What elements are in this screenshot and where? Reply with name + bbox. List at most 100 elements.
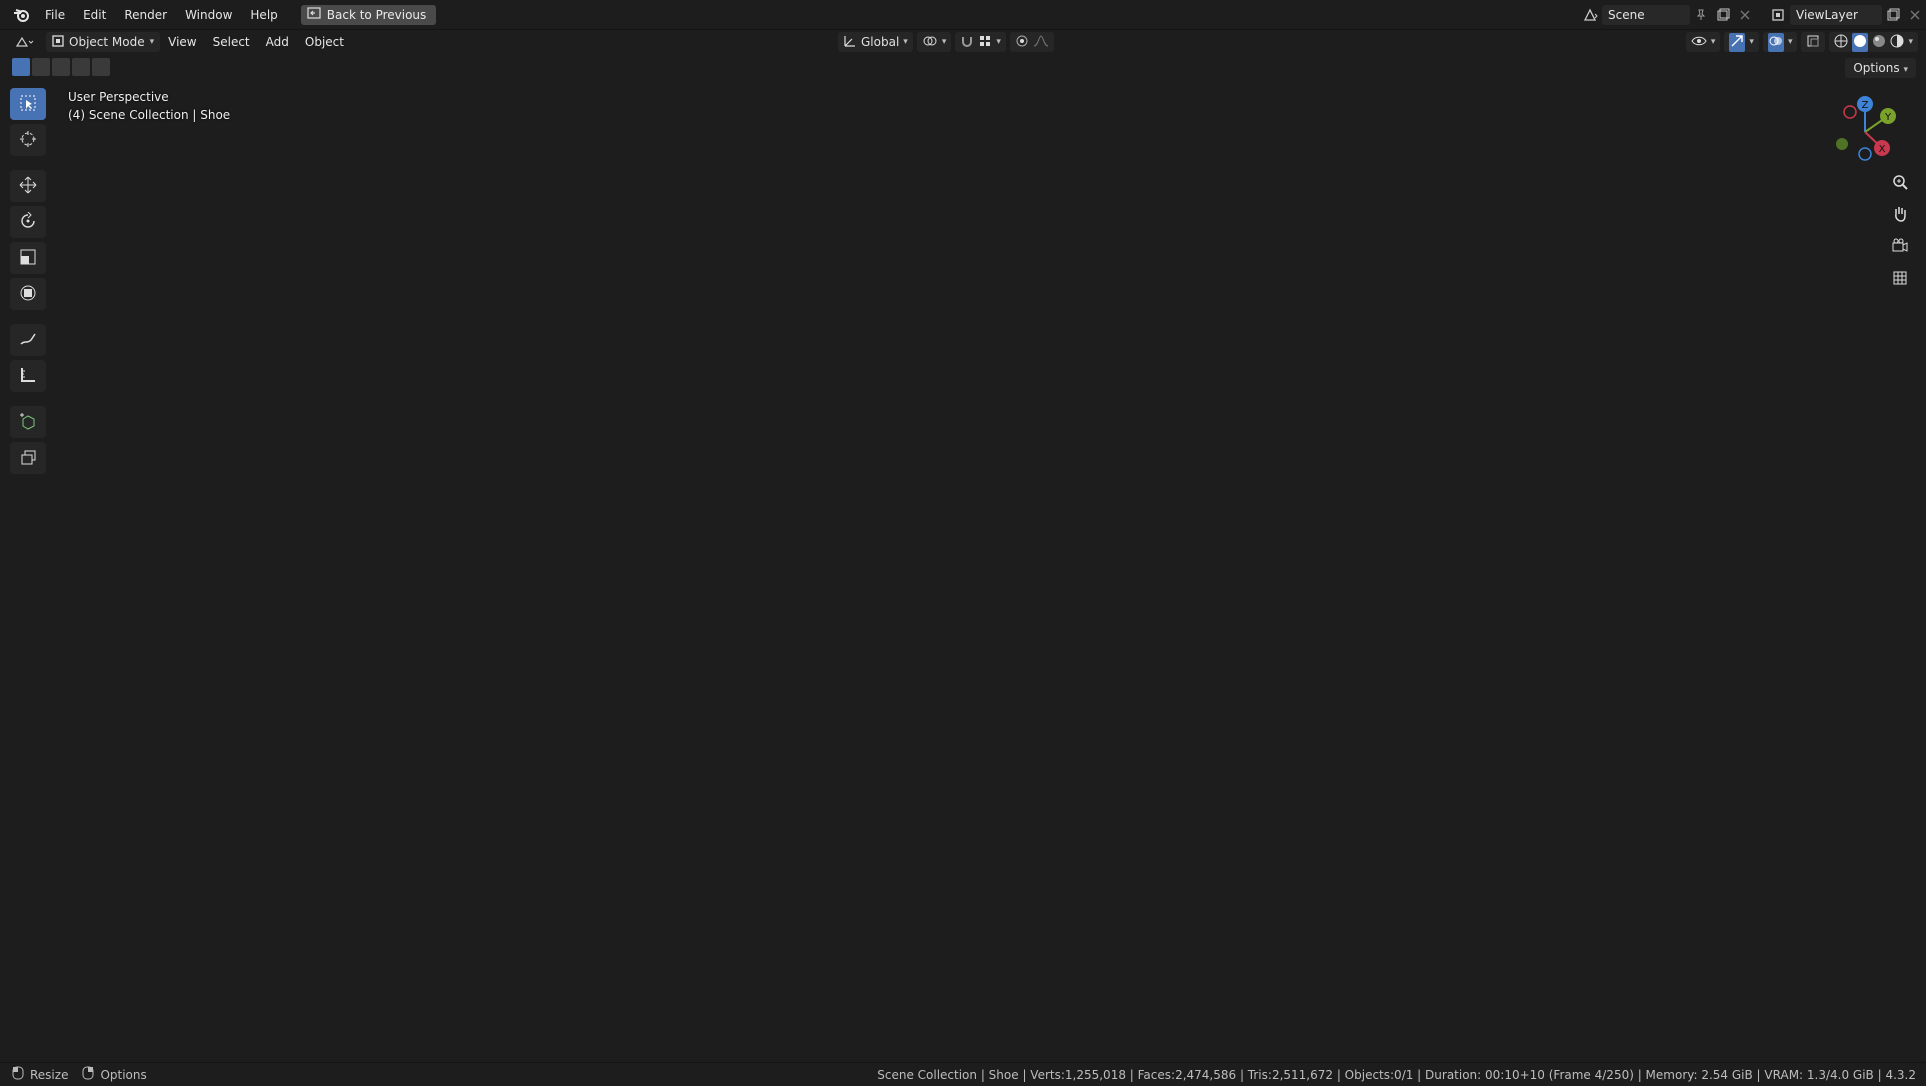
mode-dropdown[interactable]: Object Mode ▾ bbox=[46, 32, 161, 52]
chevron-down-icon: ▾ bbox=[996, 37, 1001, 47]
chevron-down-icon: ▾ bbox=[1787, 37, 1793, 47]
resize-hint: Resize bbox=[30, 1067, 69, 1082]
scene-field[interactable]: Scene bbox=[1602, 5, 1690, 25]
status-bar: Resize Options Scene Collection | Shoe |… bbox=[0, 1062, 1926, 1086]
new-scene-icon[interactable] bbox=[1712, 5, 1734, 25]
magnet-icon bbox=[960, 34, 974, 51]
scene-selector-icon[interactable] bbox=[1580, 5, 1602, 25]
x-axis-line bbox=[1329, 777, 1651, 1062]
transform-tools: Global ▾ ▾ ▾ bbox=[838, 32, 1054, 52]
wireframe-shading-icon[interactable] bbox=[1834, 34, 1848, 51]
select-extend-icon[interactable] bbox=[32, 58, 50, 76]
menu-file[interactable]: File bbox=[36, 4, 74, 26]
delete-scene-icon[interactable] bbox=[1734, 5, 1756, 25]
xray-toggle[interactable] bbox=[1801, 32, 1826, 52]
menu-select[interactable]: Select bbox=[205, 32, 258, 52]
gizmo-toggle[interactable]: ▾ bbox=[1724, 32, 1759, 52]
rotate-tool[interactable] bbox=[10, 206, 46, 238]
menu-window[interactable]: Window bbox=[176, 4, 241, 26]
select-box-tool[interactable] bbox=[10, 88, 46, 120]
move-tool[interactable] bbox=[10, 170, 46, 202]
menu-help[interactable]: Help bbox=[241, 4, 286, 26]
menu-add[interactable]: Add bbox=[258, 32, 297, 52]
material-shading-icon[interactable] bbox=[1872, 34, 1886, 51]
menu-view[interactable]: View bbox=[160, 32, 204, 52]
cursor-tool[interactable] bbox=[10, 124, 46, 156]
chevron-down-icon: ▾ bbox=[1908, 37, 1913, 47]
chevron-down-icon: ▾ bbox=[903, 37, 908, 47]
object-origin bbox=[1018, 410, 1022, 414]
camera-view-button[interactable] bbox=[1886, 234, 1914, 260]
proportional-edit-toggle[interactable] bbox=[1009, 32, 1054, 52]
collection-label: (4) Scene Collection | Shoe bbox=[68, 108, 231, 122]
eye-visibility-icon bbox=[1691, 34, 1707, 51]
perspective-label: User Perspective bbox=[68, 90, 169, 104]
select-intersect-icon[interactable] bbox=[92, 58, 110, 76]
gizmo-neg-x bbox=[1843, 105, 1857, 119]
pivot-icon bbox=[922, 34, 938, 51]
viewlayer-field[interactable]: ViewLayer bbox=[1790, 5, 1882, 25]
back-icon bbox=[307, 7, 321, 22]
measure-tool[interactable] bbox=[10, 360, 46, 392]
cursor-arrow-icon bbox=[19, 94, 37, 115]
zoom-button[interactable] bbox=[1886, 170, 1914, 196]
new-viewlayer-icon[interactable] bbox=[1882, 5, 1904, 25]
rendered-shading-icon[interactable] bbox=[1890, 34, 1904, 51]
overlays-toggle[interactable]: ▾ bbox=[1762, 32, 1798, 52]
transform-orientation-label: Global bbox=[861, 35, 900, 49]
back-to-previous-button[interactable]: Back to Previous bbox=[300, 4, 437, 25]
options-dropdown[interactable]: Options ▾ bbox=[1845, 58, 1916, 78]
ortho-toggle-button[interactable] bbox=[1886, 266, 1914, 292]
menu-object[interactable]: Object bbox=[297, 32, 352, 52]
scene-statistics: Scene Collection | Shoe | Verts:1,255,01… bbox=[877, 1068, 1916, 1082]
back-to-previous-label: Back to Previous bbox=[326, 7, 427, 22]
shoe-heel-upper bbox=[1160, 60, 1800, 510]
solid-shading-icon[interactable] bbox=[1852, 32, 1869, 52]
blender-logo-icon[interactable] bbox=[8, 0, 36, 30]
annotate-tool[interactable] bbox=[10, 324, 46, 356]
chevron-down-icon: ▾ bbox=[941, 37, 947, 47]
snap-grid-icon bbox=[978, 34, 992, 51]
snap-dropdown[interactable]: ▾ bbox=[955, 32, 1006, 52]
select-subtract-icon[interactable] bbox=[52, 58, 70, 76]
main-strap bbox=[350, 240, 1340, 590]
extrude-tool[interactable] bbox=[10, 442, 46, 474]
gizmo-neg-y bbox=[1836, 138, 1848, 150]
3d-viewport[interactable] bbox=[0, 30, 1926, 1062]
strap-buckle bbox=[558, 328, 752, 571]
visibility-dropdown[interactable]: ▾ bbox=[1685, 32, 1721, 52]
viewlayer-selector-icon[interactable] bbox=[1768, 5, 1790, 25]
menu-edit[interactable]: Edit bbox=[74, 4, 115, 26]
grid-icon bbox=[1891, 269, 1909, 290]
add-cube-icon bbox=[19, 412, 37, 433]
extrude-icon bbox=[19, 448, 37, 469]
ruler-icon bbox=[19, 366, 37, 387]
add-cube-tool[interactable] bbox=[10, 406, 46, 438]
gizmo-icon bbox=[1729, 32, 1746, 52]
navigation-buttons bbox=[1886, 170, 1914, 292]
select-new-icon[interactable] bbox=[12, 58, 30, 76]
pan-button[interactable] bbox=[1886, 202, 1914, 228]
select-invert-icon[interactable] bbox=[72, 58, 90, 76]
xray-icon bbox=[1806, 34, 1820, 51]
transform-orientation-dropdown[interactable]: Global ▾ bbox=[838, 32, 913, 52]
scale-tool[interactable] bbox=[10, 242, 46, 274]
navigation-gizmo[interactable]: Z Y X bbox=[1820, 92, 1910, 172]
scene-name: Scene bbox=[1608, 8, 1645, 22]
chevron-down-icon: ▾ bbox=[149, 37, 155, 47]
editor-type-icon[interactable] bbox=[14, 32, 36, 52]
viewport-header: Object Mode ▾ View Select Add Object Glo… bbox=[0, 30, 1926, 54]
mode-label: Object Mode bbox=[69, 35, 145, 49]
menu-render[interactable]: Render bbox=[115, 4, 176, 26]
shoe-footbed bbox=[252, 480, 1044, 906]
transform-tool[interactable] bbox=[10, 278, 46, 310]
viewport-scene bbox=[186, 49, 1926, 1062]
pencil-icon bbox=[19, 330, 37, 351]
delete-viewlayer-icon[interactable] bbox=[1904, 5, 1926, 25]
topbar-right: Scene ViewLayer bbox=[1580, 0, 1926, 30]
pivot-point-dropdown[interactable]: ▾ bbox=[916, 32, 952, 52]
shading-modes: ▾ bbox=[1829, 32, 1918, 52]
3d-cursor bbox=[1317, 767, 1339, 789]
pin-icon[interactable] bbox=[1690, 5, 1712, 25]
mouse-right-icon bbox=[82, 1066, 94, 1083]
